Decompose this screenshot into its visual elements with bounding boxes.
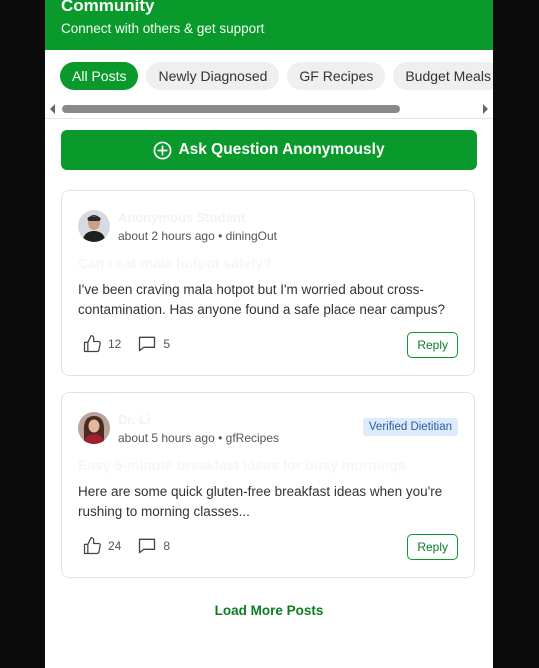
thumbs-up-icon	[83, 335, 101, 353]
comment-count: 5	[163, 337, 171, 351]
verified-dietitian-badge: Verified Dietitian	[362, 418, 458, 436]
post-author: Dr. Li	[118, 412, 151, 427]
meta-separator: •	[218, 229, 226, 243]
post-body: I've been craving mala hotpot but I'm wo…	[78, 282, 445, 317]
post-card[interactable]: Anonymous Student about 2 hours ago • di…	[61, 190, 475, 376]
page-title: Community	[61, 0, 155, 15]
avatar	[78, 412, 110, 444]
comment-count: 8	[163, 539, 171, 553]
ask-question-button[interactable]: Ask Question Anonymously	[61, 130, 477, 170]
plus-circle-icon	[154, 141, 172, 159]
thumbs-up-icon	[83, 537, 101, 555]
horizontal-scrollbar[interactable]	[62, 105, 400, 113]
reply-button[interactable]: Reply	[407, 332, 458, 358]
like-button[interactable]: 12	[82, 334, 121, 354]
comment-button[interactable]: 8	[137, 536, 170, 556]
post-actions: 12 5	[82, 334, 186, 354]
post-card[interactable]: Dr. Li about 5 hours ago • gfRecipes Ver…	[61, 392, 475, 578]
post-title[interactable]: Easy 5-minute breakfast ideas for busy m…	[78, 457, 406, 473]
app-screen: Community Connect with others & get supp…	[45, 0, 493, 668]
tab-all-posts[interactable]: All Posts	[60, 62, 139, 90]
load-more-button[interactable]: Load More Posts	[45, 603, 493, 618]
comment-icon	[139, 538, 156, 554]
like-button[interactable]: 24	[82, 536, 121, 556]
scroll-left-arrow-icon[interactable]	[50, 104, 55, 114]
meta-separator: •	[218, 431, 226, 445]
tab-budget-meals[interactable]: Budget Meals	[393, 62, 493, 90]
tab-newly-diagnosed[interactable]: Newly Diagnosed	[146, 62, 280, 90]
avatar	[78, 210, 110, 242]
ask-question-label: Ask Question Anonymously	[178, 141, 385, 158]
post-actions: 24 8	[82, 536, 186, 556]
post-meta: about 5 hours ago • gfRecipes	[118, 431, 279, 445]
reply-button[interactable]: Reply	[407, 534, 458, 560]
page-subtitle: Connect with others & get support	[61, 21, 265, 36]
comment-button[interactable]: 5	[137, 334, 170, 354]
post-time: about 2 hours ago	[118, 229, 215, 243]
post-title[interactable]: Can I eat mala hotpot safely?	[78, 255, 272, 271]
like-count: 24	[108, 539, 122, 553]
post-time: about 5 hours ago	[118, 431, 215, 445]
scroll-right-arrow-icon[interactable]	[483, 104, 488, 114]
post-tag[interactable]: gfRecipes	[226, 431, 279, 445]
comment-icon	[139, 336, 156, 352]
post-tag[interactable]: diningOut	[226, 229, 277, 243]
post-author: Anonymous Student	[118, 210, 246, 225]
page-header: Community Connect with others & get supp…	[45, 0, 493, 50]
like-count: 12	[108, 337, 122, 351]
post-body: Here are some quick gluten-free breakfas…	[78, 484, 443, 519]
post-meta: about 2 hours ago • diningOut	[118, 229, 277, 243]
tab-gf-recipes[interactable]: GF Recipes	[287, 62, 386, 90]
